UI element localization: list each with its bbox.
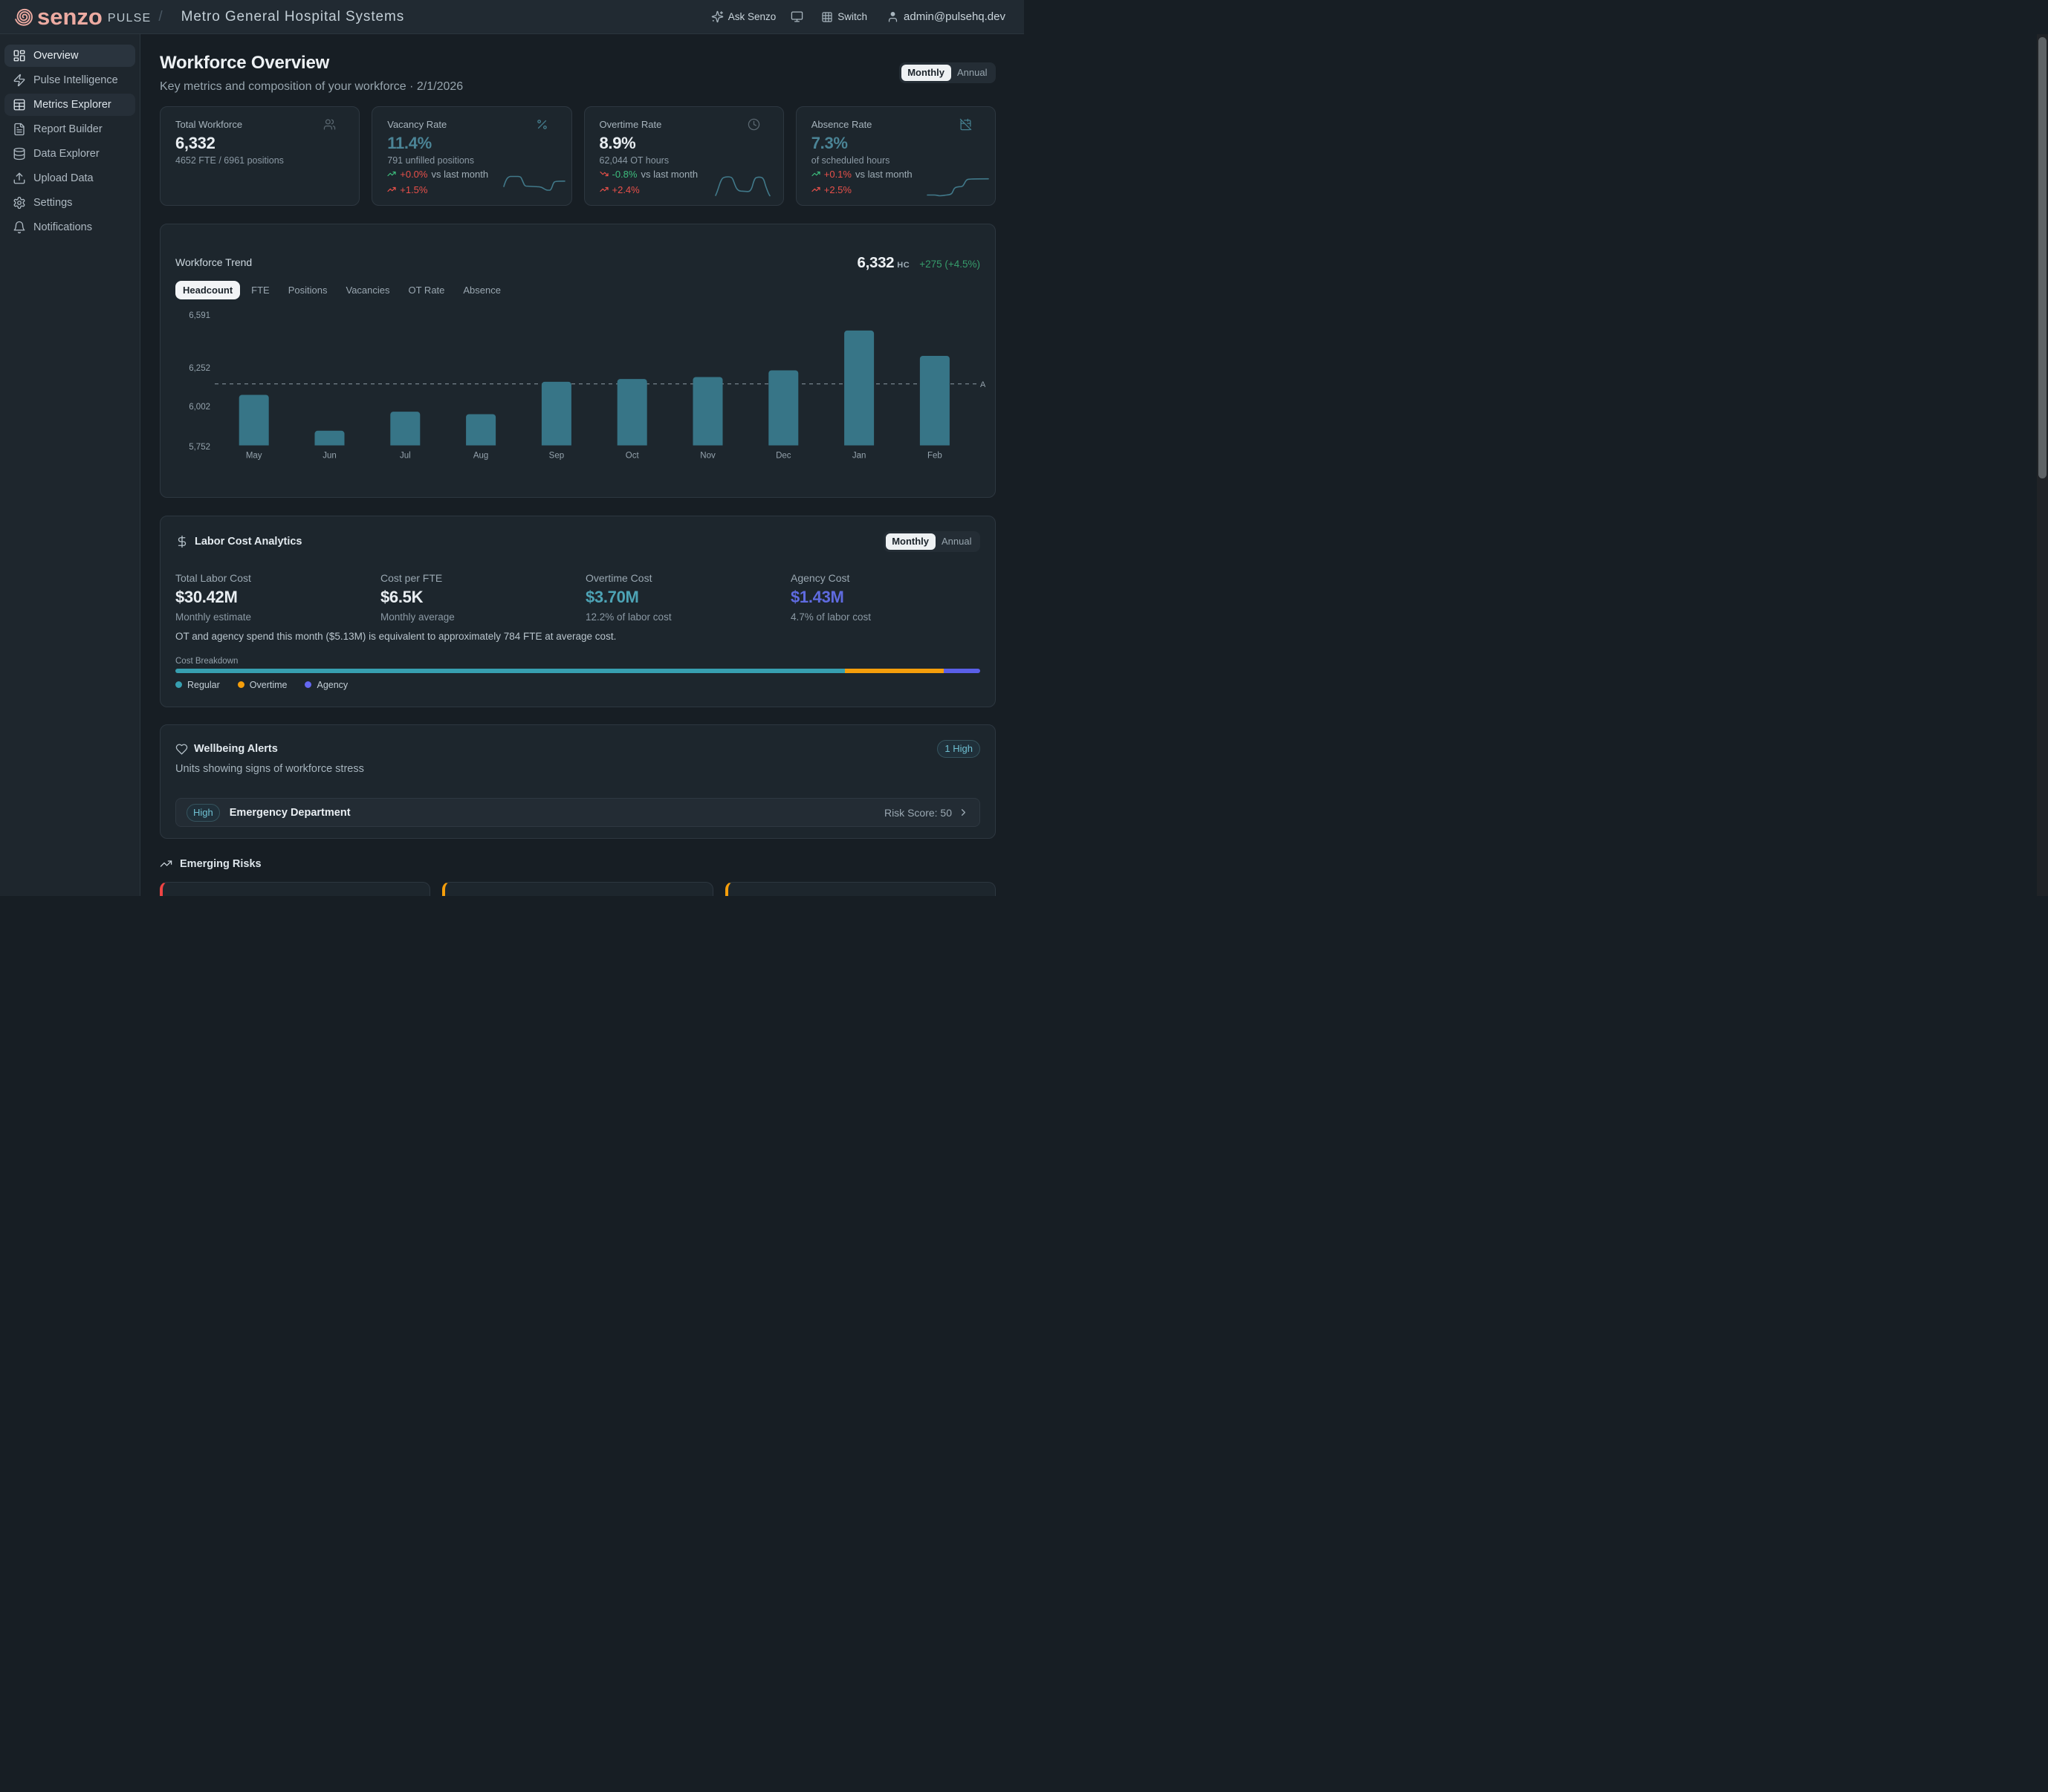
svg-text:Oct: Oct bbox=[626, 452, 640, 461]
svg-text:Nov: Nov bbox=[700, 452, 716, 461]
svg-text:6,591: 6,591 bbox=[189, 311, 210, 320]
svg-text:6,252: 6,252 bbox=[189, 364, 210, 373]
svg-text:Aug: Aug bbox=[473, 452, 488, 461]
svg-text:Jul: Jul bbox=[400, 452, 411, 461]
svg-text:Avg: Avg bbox=[980, 380, 985, 389]
svg-text:Sep: Sep bbox=[549, 452, 564, 461]
svg-text:Dec: Dec bbox=[776, 452, 791, 461]
svg-text:Jan: Jan bbox=[852, 452, 866, 461]
svg-text:5,752: 5,752 bbox=[189, 443, 210, 452]
svg-text:Feb: Feb bbox=[927, 452, 942, 461]
svg-text:Jun: Jun bbox=[323, 452, 337, 461]
svg-text:May: May bbox=[246, 452, 262, 461]
svg-text:6,002: 6,002 bbox=[189, 403, 210, 412]
